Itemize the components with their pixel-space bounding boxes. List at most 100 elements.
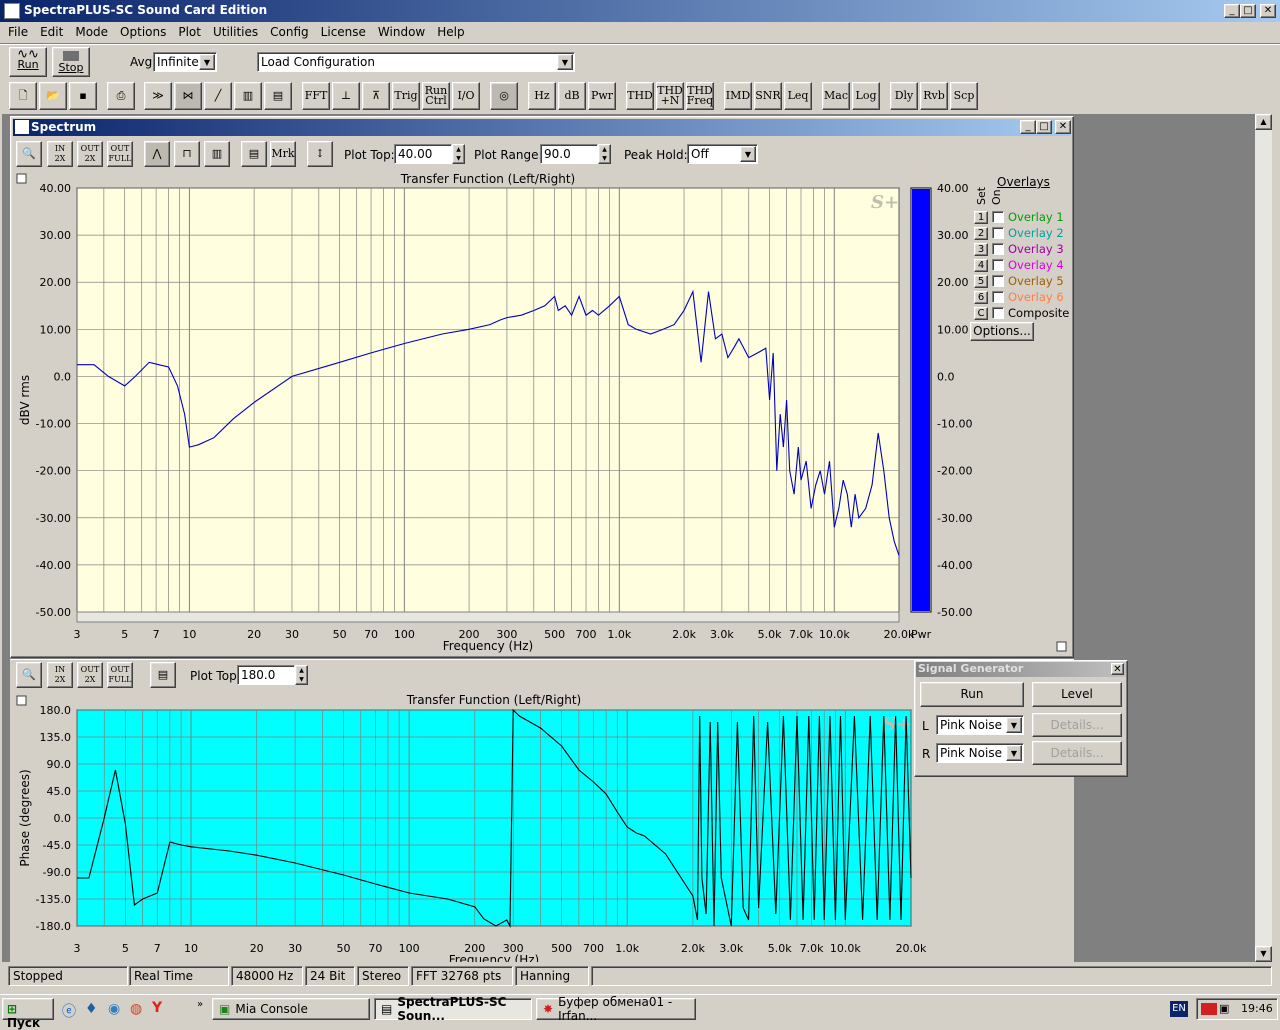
plot-range-input[interactable]: 90.0 [540,144,598,164]
plot-range-spinner[interactable]: ▲ ▼ [598,144,611,164]
avg-select[interactable]: Infinite ▼ [153,52,217,72]
signal-generator-close-button[interactable]: ✕ [1111,663,1124,675]
menu-options[interactable]: Options [120,25,166,43]
phase-zoom-out-button[interactable]: OUT 2X [77,662,103,688]
vertical-scrollbar[interactable]: ▲ ▼ [1255,114,1272,962]
phase-zoom-in-button[interactable]: IN 2X [47,662,73,688]
spectrogram-button[interactable]: ▥ [234,82,262,110]
menu-license[interactable]: License [321,25,366,43]
trig-button[interactable]: Trig [392,82,420,110]
zoom-full-button[interactable]: OUT FULL [107,141,133,167]
start-button[interactable]: ⊞ Пуск [2,998,54,1030]
taskbar-item-mia-console[interactable]: ▣ Mia Console [212,998,370,1020]
thd-button[interactable]: THD [626,82,654,110]
scp-button[interactable]: Scp [950,82,978,110]
minimize-button[interactable]: _ [1224,4,1240,18]
options-button[interactable]: Options... [970,322,1034,341]
menu-window[interactable]: Window [378,25,425,43]
menu-plot[interactable]: Plot [178,25,201,43]
overlay-set-button[interactable]: C [974,306,988,320]
phase-plot-top-input[interactable]: 180.0 [237,665,295,685]
overlay-checkbox[interactable] [992,211,1004,223]
sg-left-select[interactable]: Pink Noise ▼ [936,715,1024,735]
language-indicator[interactable]: EN [1170,1001,1188,1017]
chevron-right-icon[interactable]: » [197,999,203,1010]
overlay-set-button[interactable]: 6 [974,290,988,304]
pwr-button[interactable]: Pwr [588,82,616,110]
spectrum-maximize-button[interactable]: □ [1036,120,1052,134]
thdn-button[interactable]: THD +N [656,82,684,110]
phase-chart[interactable]: 180.0 135.0 90.0 45.0 0.0 -45.0 -90.0 -135.0 -18… [13,692,928,962]
overlay-set-button[interactable]: 2 [974,226,988,240]
sg-run-button[interactable]: Run [920,682,1024,707]
spectrum-mode-button[interactable]: ≫ [144,82,172,110]
thd-freq-button[interactable]: THD Freq [686,82,714,110]
menu-mode[interactable]: Mode [75,25,108,43]
tray-network-icon[interactable]: ▣ [1219,1002,1229,1015]
overlay-set-button[interactable]: 3 [974,242,988,256]
ramp-button[interactable]: ╱ [204,82,232,110]
quicklaunch-chrome-icon[interactable]: ◍ [130,1001,142,1017]
mac-button[interactable]: Mac [822,82,850,110]
phase-zoom-full-button[interactable]: OUT FULL [107,662,133,688]
log-button[interactable]: Log [852,82,880,110]
scroll-down-button[interactable]: ▼ [1255,946,1272,962]
leq-button[interactable]: Leq [784,82,812,110]
spectrum-chart[interactable]: 40.00 30.00 20.00 10.00 0.0 -10.00 -20.00 -30.0… [13,170,1071,655]
zoom-button[interactable]: 🔍 [16,141,42,167]
bar-plot-button[interactable]: ▥ [204,141,230,167]
line-plot-button[interactable]: ⋀ [144,141,170,167]
stop-button[interactable]: Stop [52,47,90,77]
sg-right-details-button[interactable]: Details... [1032,741,1122,765]
imd-button[interactable]: IMD [724,82,752,110]
hz-button[interactable]: Hz [528,82,556,110]
save-button[interactable]: ▪ [69,82,97,110]
tray-echo-icon[interactable] [1201,1003,1217,1015]
io-button[interactable]: I/O [452,82,480,110]
taskbar-item-spectraplus[interactable]: ▤ SpectraPLUS-SC Soun... [374,995,532,1023]
fft-button[interactable]: FFT [302,82,330,110]
plot-top-spinner[interactable]: ▲ ▼ [452,144,465,164]
overlay-set-button[interactable]: 5 [974,274,988,288]
print-button[interactable]: ⎙ [107,82,135,110]
taskbar-item-irfanview[interactable]: ✸ Буфер обмена01 - Irfan... [536,995,696,1023]
sg-left-details-button[interactable]: Details... [1032,713,1122,737]
axis-button[interactable]: ⊥ [332,82,360,110]
open-button[interactable]: 📂 [39,82,67,110]
overlay-checkbox[interactable] [992,259,1004,271]
overlay-set-button[interactable]: 4 [974,258,988,272]
quicklaunch-yandex-icon[interactable]: Y [152,1000,162,1016]
overlay-set-button[interactable]: 1 [974,210,988,224]
quicklaunch-ie-icon[interactable]: ⓔ [62,1001,76,1021]
run-ctrl-button[interactable]: Run Ctrl [422,82,450,110]
sg-right-select[interactable]: Pink Noise ▼ [936,743,1024,763]
generator-button[interactable]: ◎ [490,82,518,110]
polar-button[interactable]: ⊼ [362,82,390,110]
overlay-checkbox[interactable] [992,291,1004,303]
plot-top-input[interactable]: 40.00 [394,144,452,164]
overlay-checkbox[interactable] [992,227,1004,239]
db-button[interactable]: dB [558,82,586,110]
phase-legend-button[interactable]: ▤ [150,662,176,688]
snr-button[interactable]: SNR [754,82,782,110]
sg-level-button[interactable]: Level [1032,682,1122,707]
menu-edit[interactable]: Edit [40,25,63,43]
run-button[interactable]: ∿∿ Run [9,47,47,77]
menu-utilities[interactable]: Utilities [213,25,258,43]
peak-hold-select[interactable]: Off ▼ [687,144,758,164]
legend-button[interactable]: ▤ [241,141,267,167]
menu-config[interactable]: Config [270,25,309,43]
new-button[interactable]: 🗋 [9,82,37,110]
spectrum-close-button[interactable]: ✕ [1055,120,1071,134]
spectrum-minimize-button[interactable]: _ [1020,120,1036,134]
overlay-checkbox[interactable] [992,307,1004,319]
config-select[interactable]: Load Configuration ▼ [257,52,575,72]
zoom-out-2x-button[interactable]: OUT 2X [77,141,103,167]
phase-plot-top-spinner[interactable]: ▲ ▼ [295,665,308,685]
range-button[interactable]: ↕ [307,141,333,167]
overlay-checkbox[interactable] [992,243,1004,255]
maximize-button[interactable]: □ [1240,4,1256,18]
overlay-checkbox[interactable] [992,275,1004,287]
rvb-button[interactable]: Rvb [920,82,948,110]
scroll-up-button[interactable]: ▲ [1255,114,1272,130]
